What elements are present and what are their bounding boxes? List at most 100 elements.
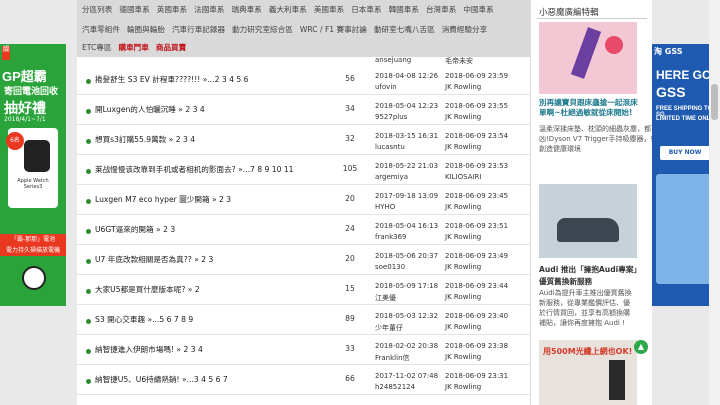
thread-row[interactable] [77,399,530,405]
thread-title-link[interactable]: 莱战慢慢该改靠到手机或者相机的影面去? »...7 8 9 10 11 [95,164,294,175]
thread-row[interactable]: 莱战慢慢该改靠到手机或者相机的影面去? »...7 8 9 10 11 105 20… [77,159,530,185]
nav-category-item[interactable]: 動研室七嘴八舌區 [374,24,435,35]
forum-main: 分區列表 德國車系 英國車系 法國車系 瑞典車系 義大利車系 美國車系 日本車系 韓國車系 台灣車… [77,0,530,405]
page-scrollbar[interactable] [709,0,720,405]
last-reply-date: 2018-06-09 23:49 [445,252,509,260]
last-replier-link[interactable]: JK Rowling [445,293,481,301]
thread-title-link[interactable]: 開Luxgen的人怕曬沉睡 » 2 3 4 [95,104,205,115]
nav-category-item[interactable]: 台灣車系 [426,4,456,15]
sidebar-article-title-2[interactable]: Audi 推出「擁抱Audi專案」 [539,264,641,275]
sidebar-article-image-1[interactable] [539,22,637,94]
author-link[interactable]: lucasntu [375,143,405,151]
sidebar-article-desc-2d: 補貼，讓你再度擁抱 Audi ! [539,319,625,327]
author-link[interactable]: Franklin信 [375,353,410,363]
thread-title-link[interactable]: 捲髮舒生 S3 EV 計程車????!!! »...2 3 4 5 6 [95,74,248,85]
sidebar-article-desc-2a: Audi為提升車主推出優質舊換 [539,289,632,297]
nav-category-item[interactable]: 日本車系 [351,4,381,15]
nav-category-item[interactable]: 汽車行車記錄器 [172,24,225,35]
last-replier-link[interactable]: JK Rowling [445,83,481,91]
nav-category-item[interactable]: 商品買賣 [156,42,186,53]
author-link[interactable]: ufovin [375,83,397,91]
post-date: 2018-05-04 12:23 [375,102,439,110]
thread-title-link[interactable]: 納智捷U5、U6持續熱銷! »...3 4 5 6 7 [95,374,228,385]
nav-category-item[interactable]: 消費經驗分享 [442,24,488,35]
last-replier-link[interactable]: KILIOSAIRI [445,173,481,181]
nav-category-item[interactable]: 美國車系 [314,4,344,15]
thread-status-icon [86,79,91,84]
reply-count: 66 [345,374,355,383]
author-link[interactable]: h24852124 [375,383,415,391]
nav-category-item[interactable]: 汽車零組件 [82,24,120,35]
reply-count: 34 [345,104,355,113]
sidebar-divider [537,18,647,19]
thread-row[interactable]: 想買s3訂購55.9萬款 » 2 3 4 32 2018-03-15 16:31 lu… [77,129,530,155]
last-replier-link[interactable]: JK Rowling [445,383,481,391]
thread-title-link[interactable]: U7 年底改款相關是否為真?? » 2 3 [95,254,213,265]
nav-category-item[interactable]: 瑞典車系 [232,4,262,15]
nav-category-item[interactable]: WRC / F1 賽事討論 [300,24,367,35]
post-date: 2018-05-22 21:03 [375,162,439,170]
last-replier-link[interactable]: JK Rowling [445,233,481,241]
last-replier-link[interactable]: JK Rowling [445,353,481,361]
last-reply-date: 2018-06-09 23:51 [445,222,509,230]
sidebar-article-title-1[interactable]: 別再讓寶貝跟床蟲搶一起滾床單啊~杜絕過敏就從床開始! [539,98,643,118]
thread-title-link[interactable]: 想買s3訂購55.9萬款 » 2 3 4 [95,134,195,145]
sidebar-article-image-3[interactable]: 用500M光纖上網也OK! [539,340,637,405]
reply-count: 33 [345,344,355,353]
author-link[interactable]: 江美優 [375,293,396,303]
last-reply-date: 2018-06-09 23:44 [445,282,509,290]
thread-row[interactable]: Luxgen M7 eco hyper 圖少開箱 » 2 3 20 2017-09-… [77,189,530,215]
thread-title-link[interactable]: 大家U5都是買什麼版本呢? » 2 [95,284,200,295]
nav-category-item[interactable]: 輪圈與輪胎 [127,24,165,35]
nav-category-item[interactable]: 動力研究室綜合區 [232,24,293,35]
thread-row[interactable]: U6GT逼來的開箱 » 2 3 24 2018-05-04 16:13 frank36… [77,219,530,245]
thread-row[interactable]: 納智捷U5、U6持續熱銷! »...3 4 5 6 7 66 2017-11-02 … [77,369,530,395]
left-banner-ad[interactable]: 燦 GP超霸 寄回電池回收 抽好禮 2018/4/1~7/1 Apple Wat… [0,44,66,306]
nav-category-item[interactable]: 中國車系 [463,4,493,15]
post-date: 2018-05-06 20:37 [375,252,439,260]
author-link[interactable]: 9527plus [375,113,407,121]
ad-buy-now-button[interactable]: BUY NOW [660,146,710,160]
sidebar-article-image-2[interactable] [539,184,637,258]
nav-category-item[interactable]: 購車鬥車 [118,42,148,53]
author-link[interactable]: argemiya [375,173,408,181]
reply-count: 20 [345,194,355,203]
thread-title-link[interactable]: Luxgen M7 eco hyper 圖少開箱 » 2 3 [95,194,231,205]
last-replier-link[interactable]: JK Rowling [445,143,481,151]
category-nav: 分區列表 德國車系 英國車系 法國車系 瑞典車系 義大利車系 美國車系 日本車系 韓國車系 台灣車… [77,0,530,57]
nav-category-item[interactable]: 法國車系 [194,4,224,15]
nav-category-item[interactable]: 分區列表 [82,4,112,15]
thread-row[interactable]: 納智捷進入伊朗市場嗎! » 2 3 4 33 2018-02-02 20:38 Fra… [77,339,530,365]
ad-brand-logo: 燦 [2,46,10,60]
last-replier-link[interactable]: JK Rowling [445,203,481,211]
nav-category-item[interactable]: 義大利車系 [269,4,307,15]
thread-title-link[interactable]: 納智捷進入伊朗市場嗎! » 2 3 4 [95,344,203,355]
sidebar-heading: 小惡魔廣編特輯 [539,8,599,18]
sidebar-article-subtitle-2[interactable]: 優質舊換新服務 [539,276,592,287]
thread-row[interactable]: U7 年底改款相關是否為真?? » 2 3 20 2018-05-06 20:37 s… [77,249,530,275]
thread-row[interactable]: 大家U5都是買什麼版本呢? » 2 15 2018-05-09 17:18 江美優 20… [77,279,530,305]
nav-category-item[interactable]: 德國車系 [119,4,149,15]
ad-badge: 6名 [6,132,24,150]
author-link[interactable]: 少年董仔 [375,323,403,333]
nav-category-item[interactable]: 韓國車系 [389,4,419,15]
thread-row[interactable]: 開Luxgen的人怕曬沉睡 » 2 3 4 34 2018-05-04 12:23 9… [77,99,530,125]
thread-row[interactable]: S3 開心交車趣 »...5 6 7 8 9 89 2018-05-03 12:32… [77,309,530,335]
nav-category-item[interactable]: ETC專區 [82,42,111,53]
author-link[interactable]: soe0130 [375,263,405,271]
last-replier-link[interactable]: JK Rowling [445,323,481,331]
nav-category-item[interactable]: 英國車系 [157,4,187,15]
last-reply-date: 2018-06-09 23:55 [445,102,509,110]
scroll-to-top-icon[interactable]: ▲ [634,340,648,354]
last-replier-link[interactable]: JK Rowling [445,263,481,271]
scrollbar-thumb[interactable] [711,84,718,120]
post-date: 2018-04-08 12:26 [375,72,439,80]
thread-row[interactable]: 捲髮舒生 S3 EV 計程車????!!! »...2 3 4 5 6 56 201… [77,69,530,95]
sidebar-article-title-3[interactable]: 用500M光纖上網也OK! [543,346,632,357]
last-replier-link[interactable]: JK Rowling [445,113,481,121]
thread-title-link[interactable]: U6GT逼來的開箱 » 2 3 [95,224,175,235]
nav-line-3: ETC專區 購車鬥車 商品買賣 [82,40,193,54]
thread-title-link[interactable]: S3 開心交車趣 »...5 6 7 8 9 [95,314,193,325]
author-link[interactable]: frank369 [375,233,406,241]
author-link[interactable]: HYHO [375,203,395,211]
